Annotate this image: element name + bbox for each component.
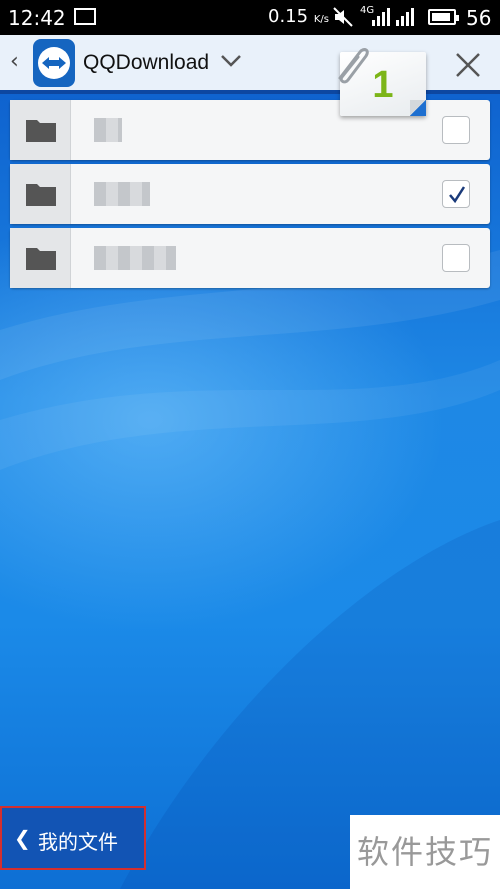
status-time: 12:42 [8,6,66,30]
folder-name: ▒▒▒▒▒▒ [94,246,176,270]
battery-icon [428,9,459,25]
checkmark-icon [449,186,466,204]
folder-row[interactable]: ▒▒▒▒▒▒ [10,228,490,288]
folder-checkbox[interactable] [442,244,470,272]
close-icon[interactable] [454,51,482,83]
folder-row[interactable]: ▒▒▒▒ [10,164,490,224]
folder-checkbox[interactable] [442,116,470,144]
my-files-button[interactable]: ❮ 我的文件 [0,806,146,870]
network-speed-value: 0.15 [268,6,309,27]
network-speed-unit: K/s [313,14,329,25]
chevron-down-icon[interactable] [220,53,242,72]
image-notification-icon [74,8,96,25]
teamviewer-logo [33,39,75,87]
signal-strength-icon [396,8,414,26]
folder-name: ▒▒▒▒ [94,182,150,206]
folder-icon [26,184,56,206]
status-bar: 12:42 0.15 K/s 4G 56 [0,0,500,35]
paperclip-icon [330,40,374,92]
folder-icon-cell [10,164,71,224]
back-icon[interactable]: ‹ [10,49,19,74]
my-files-label: 我的文件 [38,830,118,854]
folder-name: ▒▒ [94,118,122,142]
folder-title[interactable]: QQDownload [83,51,209,75]
battery-level: 56 [466,6,492,30]
folder-icon-cell [10,228,71,288]
folder-icon [26,248,56,270]
folder-icon [26,120,56,142]
mute-icon [331,5,355,34]
watermark: 软件技巧 [350,815,500,889]
folder-icon-cell [10,100,71,160]
folder-checkbox-checked[interactable] [442,180,470,208]
chevron-left-icon: ❮ [14,826,31,850]
network-speed: 0.15 K/s [268,6,329,27]
signal-4g-icon [372,8,390,26]
